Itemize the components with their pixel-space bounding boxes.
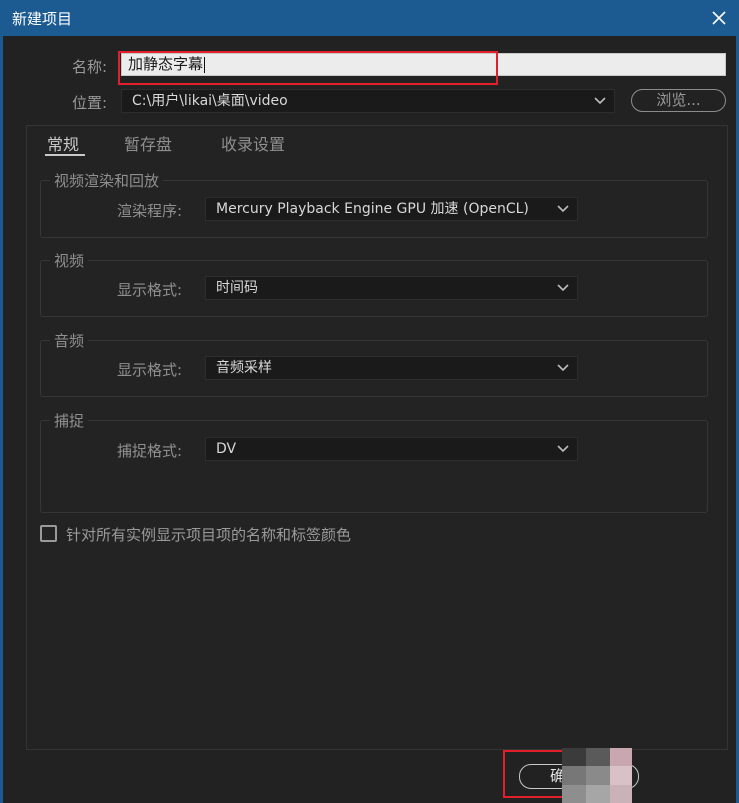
capture-group — [40, 420, 708, 513]
capture-format-dropdown[interactable]: DV — [205, 437, 578, 461]
audio-format-label: 显示格式: — [117, 361, 183, 379]
highlight-box-name — [118, 51, 498, 85]
renderer-label: 渲染程序: — [117, 202, 183, 220]
window-title: 新建项目 — [12, 9, 73, 28]
close-icon[interactable] — [707, 6, 731, 30]
tab-scratch-disks[interactable]: 暂存盘 — [124, 131, 172, 155]
video-format-dropdown[interactable]: 时间码 — [205, 276, 578, 300]
chevron-down-icon — [557, 205, 569, 213]
chevron-down-icon — [557, 364, 569, 372]
chevron-down-icon — [594, 97, 606, 105]
show-name-label-color-label: 针对所有实例显示项目项的名称和标签颜色 — [66, 526, 352, 544]
mosaic-blur-overlay — [562, 748, 632, 803]
location-label: 位置: — [72, 94, 108, 112]
capture-format-value: DV — [216, 441, 237, 457]
renderer-value: Mercury Playback Engine GPU 加速 (OpenCL) — [216, 201, 529, 217]
location-value: C:\用户\likai\桌面\video — [132, 93, 288, 109]
show-name-label-color-checkbox[interactable] — [40, 525, 57, 542]
browse-button[interactable]: 浏览... — [631, 89, 726, 112]
video-format-value: 时间码 — [216, 280, 258, 296]
location-dropdown[interactable]: C:\用户\likai\桌面\video — [121, 89, 615, 113]
render-group-title: 视频渲染和回放 — [50, 170, 164, 191]
chevron-down-icon — [557, 445, 569, 453]
tab-general[interactable]: 常规 — [47, 131, 79, 155]
active-tab-indicator — [45, 154, 85, 156]
name-label: 名称: — [72, 58, 108, 76]
tab-ingest-settings[interactable]: 收录设置 — [221, 131, 285, 155]
title-bar: 新建项目 — [0, 0, 739, 36]
audio-group-title: 音频 — [50, 330, 89, 351]
chevron-down-icon — [557, 284, 569, 292]
renderer-dropdown[interactable]: Mercury Playback Engine GPU 加速 (OpenCL) — [205, 197, 578, 221]
capture-format-label: 捕捉格式: — [117, 442, 183, 460]
audio-format-value: 音频采样 — [216, 360, 272, 376]
audio-format-dropdown[interactable]: 音频采样 — [205, 356, 578, 380]
capture-group-title: 捕捉 — [50, 410, 89, 431]
video-group-title: 视频 — [50, 250, 89, 271]
video-format-label: 显示格式: — [117, 281, 183, 299]
